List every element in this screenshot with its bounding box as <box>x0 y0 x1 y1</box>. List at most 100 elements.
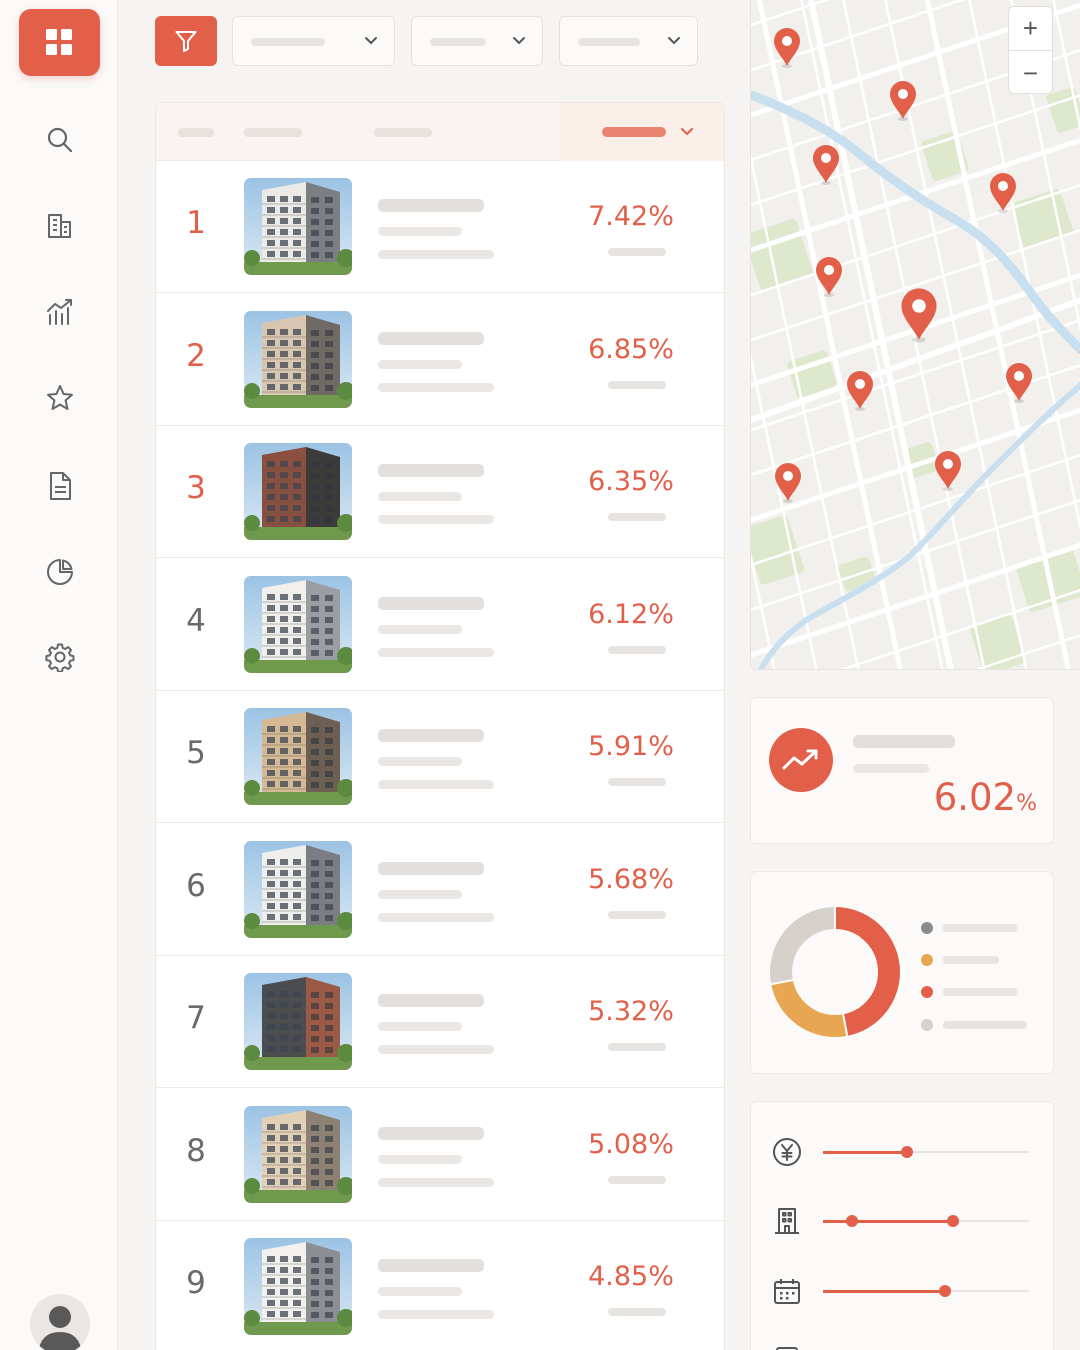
sort-yield-control[interactable] <box>560 103 724 161</box>
rank-number: 5 <box>186 735 206 771</box>
property-pin-icon[interactable] <box>847 371 873 411</box>
property-photo <box>244 575 352 673</box>
date-slider[interactable] <box>823 1285 1029 1297</box>
sidebar-item-reports[interactable] <box>38 464 82 508</box>
slider-handle-max[interactable] <box>946 1215 959 1227</box>
rank-number: 4 <box>186 602 206 639</box>
slider-handle-min[interactable] <box>845 1215 858 1227</box>
property-meta-placeholder <box>378 624 462 634</box>
property-pin-icon[interactable] <box>890 81 916 121</box>
donut-chart <box>768 904 902 1039</box>
property-address-placeholder <box>378 912 494 922</box>
property-row[interactable]: 7 5.32% <box>156 956 724 1088</box>
zoom-out-button[interactable]: − <box>1009 51 1052 93</box>
header-placeholder-image <box>244 128 302 137</box>
document-icon[interactable] <box>771 1342 803 1350</box>
sidebar-item-settings[interactable] <box>38 635 82 679</box>
property-row[interactable]: 9 4.85% <box>156 1221 724 1350</box>
property-meta-placeholder <box>378 492 462 501</box>
sidebar-item-portfolio[interactable] <box>38 550 82 594</box>
funnel-icon <box>175 31 197 52</box>
building-range-slider[interactable] <box>823 1215 1029 1227</box>
yield-value: 6.35% <box>588 466 674 497</box>
yield-label-placeholder <box>608 778 666 786</box>
user-avatar[interactable] <box>30 1294 90 1350</box>
park-area <box>751 219 813 291</box>
header-placeholder-rank <box>178 128 214 137</box>
sidebar-item-analytics[interactable] <box>38 290 82 334</box>
chevron-down-icon <box>668 37 680 45</box>
yield-value: 6.12% <box>588 598 674 630</box>
rank-number: 7 <box>186 1000 206 1036</box>
property-photo <box>244 973 352 1070</box>
property-row[interactable]: 4 6.12% <box>156 558 724 691</box>
sidebar-item-favorites[interactable] <box>38 376 82 420</box>
sidebar-item-properties[interactable] <box>38 204 82 248</box>
filter-button[interactable] <box>155 16 217 66</box>
property-row[interactable]: 5 5.91% <box>156 691 724 823</box>
property-name-placeholder <box>378 729 484 742</box>
sidebar-item-search[interactable] <box>38 118 82 162</box>
dashboard-logo-button[interactable] <box>19 9 100 76</box>
price-slider[interactable] <box>823 1146 1029 1158</box>
building-icon <box>48 214 71 238</box>
price-filter-row <box>751 1132 1055 1172</box>
property-row[interactable]: 3 6.35% <box>156 426 724 558</box>
property-row[interactable]: 1 7.42% <box>156 161 724 293</box>
office-building-icon[interactable] <box>771 1205 803 1237</box>
dropdown-placeholder <box>251 38 325 46</box>
donut-segment <box>768 978 849 1039</box>
park-area <box>1046 87 1080 133</box>
pie-chart-icon <box>47 559 73 585</box>
kpi-unit: % <box>1016 791 1037 816</box>
sidebar <box>0 0 118 1350</box>
property-name-placeholder <box>378 994 484 1007</box>
property-map[interactable] <box>750 0 1080 670</box>
property-row[interactable]: 2 6.85% <box>156 293 724 426</box>
property-address-placeholder <box>378 250 494 259</box>
average-yield-value: 6.02% <box>901 776 1037 819</box>
property-address-placeholder <box>378 382 494 392</box>
property-meta-placeholder <box>378 1154 462 1164</box>
yield-value: 7.42% <box>588 201 674 232</box>
property-row[interactable]: 8 5.08% <box>156 1088 724 1221</box>
chevron-down-icon <box>681 128 693 136</box>
property-row[interactable]: 6 5.68% <box>156 823 724 956</box>
analytics-icon <box>47 299 72 325</box>
property-meta-placeholder <box>378 757 462 766</box>
property-pin-icon[interactable] <box>813 145 839 185</box>
filter-dropdown-3[interactable] <box>559 16 698 66</box>
slider-handle[interactable] <box>938 1285 951 1297</box>
filter-dropdown-1[interactable] <box>232 16 395 66</box>
trend-up-icon <box>769 728 833 792</box>
slider-fill <box>823 1150 908 1154</box>
calendar-icon[interactable] <box>771 1275 803 1307</box>
building-filter-row <box>751 1201 1055 1241</box>
rank-number: 9 <box>186 1265 206 1301</box>
property-pin-icon[interactable] <box>935 451 961 491</box>
list-header <box>156 103 724 161</box>
map-canvas <box>751 0 1080 669</box>
yield-label-placeholder <box>608 513 666 521</box>
property-name-placeholder <box>378 464 484 477</box>
yield-label-placeholder <box>608 1308 666 1316</box>
donut-segment <box>834 904 902 1039</box>
yield-value: 5.08% <box>588 1128 674 1160</box>
property-photo <box>244 443 352 540</box>
search-icon <box>47 127 73 153</box>
slider-handle[interactable] <box>901 1146 914 1158</box>
kpi-title-placeholder <box>853 735 955 748</box>
property-name-placeholder <box>378 199 484 212</box>
yield-label-placeholder <box>608 248 666 256</box>
property-name-placeholder <box>378 1259 484 1272</box>
document-icon <box>50 472 71 500</box>
yen-coin-icon[interactable] <box>771 1136 803 1168</box>
property-address-placeholder <box>378 1177 494 1187</box>
filter-dropdown-2[interactable] <box>411 16 543 66</box>
map-zoom-controls: + − <box>1008 6 1053 94</box>
yield-label-placeholder <box>608 1043 666 1051</box>
rank-number: 8 <box>186 1132 206 1169</box>
grid-icon <box>46 29 72 55</box>
chevron-down-icon <box>365 37 377 45</box>
zoom-in-button[interactable]: + <box>1009 7 1052 51</box>
